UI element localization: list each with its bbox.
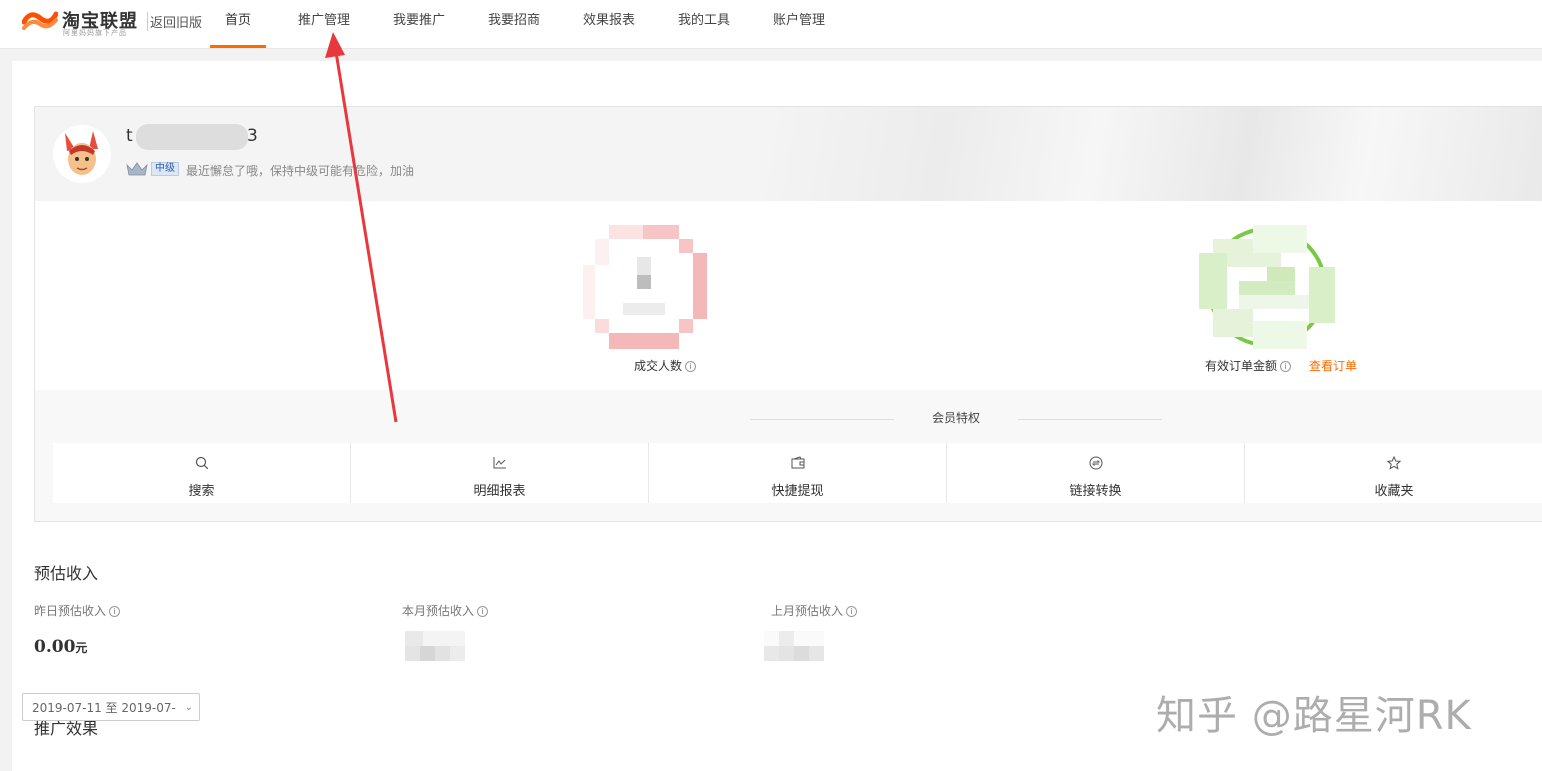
top-navigation-bar: 淘宝联盟 阿里妈妈旗下产品 返回旧版 首页 推广管理 我要推广 我要招商 效果报… — [0, 0, 1542, 49]
nav-promote[interactable]: 我要推广 — [391, 0, 447, 48]
yesterday-income-amount: 0.00 — [34, 637, 76, 657]
valid-order-metric: 有效订单金额 i 查看订单 — [1205, 355, 1405, 374]
this-month-income-label: 本月预估收入 — [402, 604, 475, 618]
divider-right — [1018, 419, 1162, 420]
perk-detail-report[interactable]: 明细报表 — [351, 443, 649, 503]
yesterday-income-label: 昨日预估收入 — [34, 604, 107, 618]
member-level-badge: 中级 — [125, 161, 179, 177]
account-overview-card: t 3 中级 最近懈怠了哦，保持中级可能有危险，加油 成交人数 i 有效订单金额… — [34, 106, 1542, 522]
link-convert-icon — [1089, 456, 1102, 470]
perk-label: 明细报表 — [473, 484, 526, 499]
main-nav: 首页 推广管理 我要推广 我要招商 效果报表 我的工具 账户管理 — [210, 0, 827, 48]
perk-favorites[interactable]: 收藏夹 — [1245, 443, 1542, 503]
main-content: t 3 中级 最近懈怠了哦，保持中级可能有危险，加油 成交人数 i 有效订单金额… — [12, 61, 1542, 771]
watermark: 知乎 @路星河RK — [1156, 693, 1472, 739]
view-orders-link[interactable]: 查看订单 — [1309, 359, 1357, 373]
taobao-union-logo[interactable]: 淘宝联盟 阿里妈妈旗下产品 — [22, 6, 144, 38]
perk-label: 链接转换 — [1069, 484, 1122, 499]
this-month-income-mosaic — [405, 631, 465, 661]
nav-my-tools[interactable]: 我的工具 — [676, 0, 732, 48]
info-icon[interactable]: i — [685, 361, 696, 372]
valid-order-amount-label: 有效订单金额 — [1205, 359, 1278, 373]
wallet-icon — [791, 456, 804, 469]
info-icon[interactable]: i — [846, 606, 858, 617]
logo-mark-icon — [22, 11, 58, 30]
deal-people-label: 成交人数 — [633, 359, 682, 373]
perk-quick-withdraw[interactable]: 快捷提现 — [649, 443, 947, 503]
deal-people-mosaic — [583, 225, 707, 349]
username-prefix: t — [126, 126, 133, 146]
last-month-income: 上月预估收入 i — [771, 600, 858, 619]
perk-link-convert[interactable]: 链接转换 — [947, 443, 1245, 503]
nav-account-management[interactable]: 账户管理 — [771, 0, 827, 48]
perk-list: 搜索 明细报表 快捷提现 链接转换 收藏夹 — [53, 443, 1542, 503]
valid-order-mosaic — [1199, 225, 1335, 349]
info-icon[interactable]: i — [1280, 361, 1292, 372]
back-to-old-version-link[interactable]: 返回旧版 — [147, 12, 202, 31]
estimated-income-title: 预估收入 — [34, 564, 99, 583]
currency-unit: 元 — [75, 641, 88, 655]
level-tag: 中级 — [151, 162, 179, 176]
perk-label: 搜索 — [188, 484, 215, 499]
member-perks-section: 会员特权 搜索 明细报表 快捷提现 链接转换 收藏夹 — [35, 390, 1542, 521]
yesterday-income-value: 0.00元 — [34, 637, 87, 657]
deal-people-metric: 成交人数 i — [595, 355, 735, 374]
perk-label: 快捷提现 — [771, 484, 824, 499]
nav-promotion-management[interactable]: 推广管理 — [296, 0, 352, 48]
nav-home[interactable]: 首页 — [210, 0, 266, 48]
info-icon[interactable]: i — [109, 606, 121, 617]
yesterday-income: 昨日预估收入 i — [34, 600, 121, 619]
date-range-value: 2019-07-11 至 2019-07- — [32, 701, 176, 715]
member-perks-title: 会员特权 — [931, 411, 980, 425]
crown-icon — [126, 162, 148, 176]
last-month-income-label: 上月预估收入 — [771, 604, 844, 618]
star-icon — [1386, 456, 1401, 470]
username-mosaic — [136, 124, 248, 150]
username-suffix: 3 — [247, 126, 258, 146]
this-month-income: 本月预估收入 i — [402, 600, 489, 619]
valid-order-ring — [1199, 225, 1335, 349]
fox-mascot-icon — [53, 125, 111, 183]
last-month-income-mosaic — [764, 631, 824, 661]
avatar[interactable] — [53, 125, 111, 183]
info-icon[interactable]: i — [477, 606, 489, 617]
chevron-down-icon: ⌄ — [184, 702, 193, 713]
level-note: 最近懈怠了哦，保持中级可能有危险，加油 — [186, 164, 415, 178]
perk-search[interactable]: 搜索 — [53, 443, 351, 503]
date-range-select[interactable]: 2019-07-11 至 2019-07- ⌄ — [22, 693, 200, 721]
deal-people-ring — [583, 225, 707, 349]
nav-effect-report[interactable]: 效果报表 — [581, 0, 637, 48]
nav-merchant-recruit[interactable]: 我要招商 — [486, 0, 542, 48]
search-icon — [195, 456, 208, 470]
perk-label: 收藏夹 — [1374, 484, 1414, 499]
logo-subtitle: 阿里妈妈旗下产品 — [63, 29, 127, 37]
profile-header: t 3 中级 最近懈怠了哦，保持中级可能有危险，加油 — [35, 107, 1542, 201]
chart-icon — [493, 457, 506, 469]
